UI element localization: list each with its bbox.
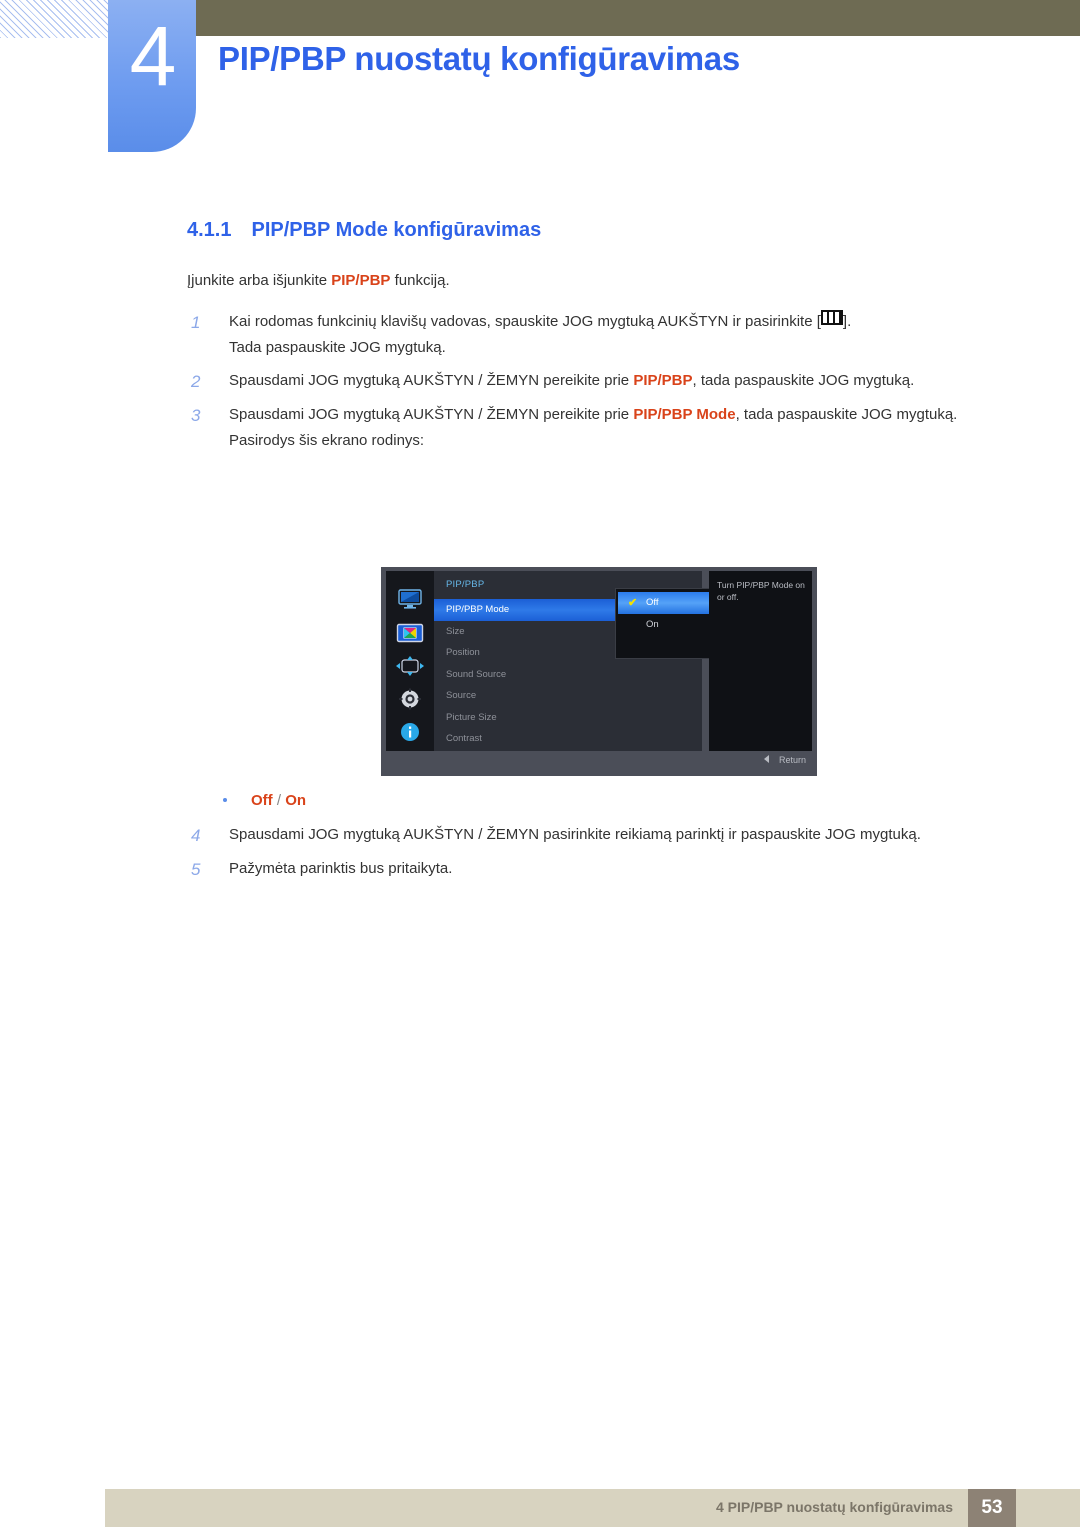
- steps-list-top: 1 Kai rodomas funkcinių klavišų vadovas,…: [187, 310, 987, 462]
- pip-position-icon[interactable]: [395, 655, 425, 677]
- osd-menu-item-picture-size[interactable]: Picture Size: [434, 707, 702, 729]
- header-olive-bar: [195, 0, 1080, 36]
- step-3-keyword: PIP/PBP Mode: [633, 406, 736, 424]
- osd-menu-title: PIP/PBP: [446, 579, 485, 590]
- osd-footer: Return: [386, 753, 812, 771]
- step-number: 2: [191, 372, 201, 392]
- page-title: PIP/PBP nuostatų konfigūravimas: [218, 40, 740, 77]
- osd-help-panel: Turn PIP/PBP Mode on or off.: [709, 571, 812, 751]
- left-arrow-icon: [763, 755, 769, 763]
- step-2-post: , tada paspauskite JOG mygtuką.: [692, 372, 915, 390]
- system-gear-icon[interactable]: [395, 688, 425, 710]
- checkmark-icon: ✔: [628, 597, 638, 609]
- step-number: 3: [191, 406, 201, 426]
- osd-menu-panel: PIP/PBP PIP/PBP Mode Size Position Sound…: [434, 571, 764, 751]
- steps-list-bottom: 4 Spausdami JOG mygtuką AUKŠTYN / ŽEMYN …: [187, 823, 987, 890]
- osd-menu-item-contrast[interactable]: Contrast: [434, 728, 702, 750]
- step-number: 4: [191, 826, 201, 845]
- intro-keyword: PIP/PBP: [331, 272, 391, 289]
- option-on: On: [285, 792, 307, 809]
- page-number: 53: [981, 1497, 1003, 1518]
- picture-icon[interactable]: [395, 622, 425, 644]
- section-number: 4.1.1: [187, 219, 232, 241]
- page-header: 4 PIP/PBP nuostatų konfigūravimas: [0, 0, 1080, 160]
- osd-menu-item-source[interactable]: Source: [434, 685, 702, 707]
- osd-icon-sidebar: [386, 571, 434, 751]
- intro-before: Įjunkite arba išjunkite: [187, 272, 332, 289]
- chapter-number: 4: [129, 9, 177, 103]
- step-3-pre: Spausdami JOG mygtuką AUKŠTYN / ŽEMYN pe…: [229, 406, 634, 424]
- pip-pbp-icon: [820, 310, 843, 325]
- step-1-tail: ].: [842, 313, 852, 330]
- step-item-1: 1 Kai rodomas funkcinių klavišų vadovas,…: [187, 310, 987, 359]
- step-3-post: , tada paspauskite JOG mygtuką.: [735, 406, 958, 424]
- option-separator: /: [276, 792, 282, 809]
- section-title: PIP/PBP Mode konfigūravimas: [251, 219, 542, 241]
- step-item-3: 3 Spausdami JOG mygtuką AUKŠTYN / ŽEMYN …: [187, 403, 987, 452]
- bullet-dot-icon: [223, 798, 227, 802]
- osd-submenu-option-off-label: Off: [646, 597, 659, 608]
- step-5-text: Pažymėta parinktis bus pritaikyta.: [229, 859, 453, 877]
- step-number: 5: [191, 859, 201, 879]
- step-item-4: 4 Spausdami JOG mygtuką AUKŠTYN / ŽEMYN …: [187, 823, 987, 847]
- footer-chapter-label: 4 PIP/PBP nuostatų konfigūravimas: [715, 1499, 953, 1515]
- osd-return-button[interactable]: Return: [763, 755, 806, 765]
- osd-menu-item-pip-pbp-mode[interactable]: PIP/PBP Mode: [434, 599, 616, 621]
- step-4-text: Spausdami JOG mygtuką AUKŠTYN / ŽEMYN pa…: [229, 826, 921, 843]
- display-icon[interactable]: [395, 588, 425, 610]
- step-1-text: Kai rodomas funkcinių klavišų vadovas, s…: [229, 313, 821, 330]
- osd-screenshot: PIP/PBP PIP/PBP Mode Size Position Sound…: [381, 567, 817, 776]
- information-icon[interactable]: [395, 721, 425, 743]
- step-2-keyword: PIP/PBP: [633, 372, 693, 390]
- osd-menu-item-sound-source[interactable]: Sound Source: [434, 664, 702, 686]
- option-off: Off: [251, 792, 273, 809]
- step-number: 1: [191, 313, 201, 332]
- osd-submenu-option-on-label: On: [646, 619, 659, 630]
- intro-paragraph: Įjunkite arba išjunkite PIP/PBP funkciją…: [187, 272, 450, 289]
- osd-help-text: Turn PIP/PBP Mode on or off.: [717, 580, 805, 603]
- step-3-line-2: Pasirodys šis ekrano rodinys:: [229, 431, 425, 449]
- step-item-5: 5 Pažymėta parinktis bus pritaikyta.: [187, 857, 987, 881]
- step-2-pre: Spausdami JOG mygtuką AUKŠTYN / ŽEMYN pe…: [229, 372, 634, 390]
- step-item-2: 2 Spausdami JOG mygtuką AUKŠTYN / ŽEMYN …: [187, 369, 987, 393]
- step-1-line-2: Tada paspauskite JOG mygtuką.: [229, 338, 446, 356]
- decorative-hatch-pattern: [0, 0, 108, 38]
- osd-return-label: Return: [778, 755, 806, 765]
- chapter-number-box: 4: [108, 0, 196, 152]
- page-footer-band: 4 PIP/PBP nuostatų konfigūravimas: [105, 1489, 1080, 1527]
- page-number-box: 53: [968, 1489, 1016, 1527]
- intro-after: funkciją.: [390, 272, 450, 289]
- section-heading: 4.1.1 PIP/PBP Mode konfigūravimas: [187, 219, 541, 242]
- options-bullet: Off / On: [187, 792, 306, 809]
